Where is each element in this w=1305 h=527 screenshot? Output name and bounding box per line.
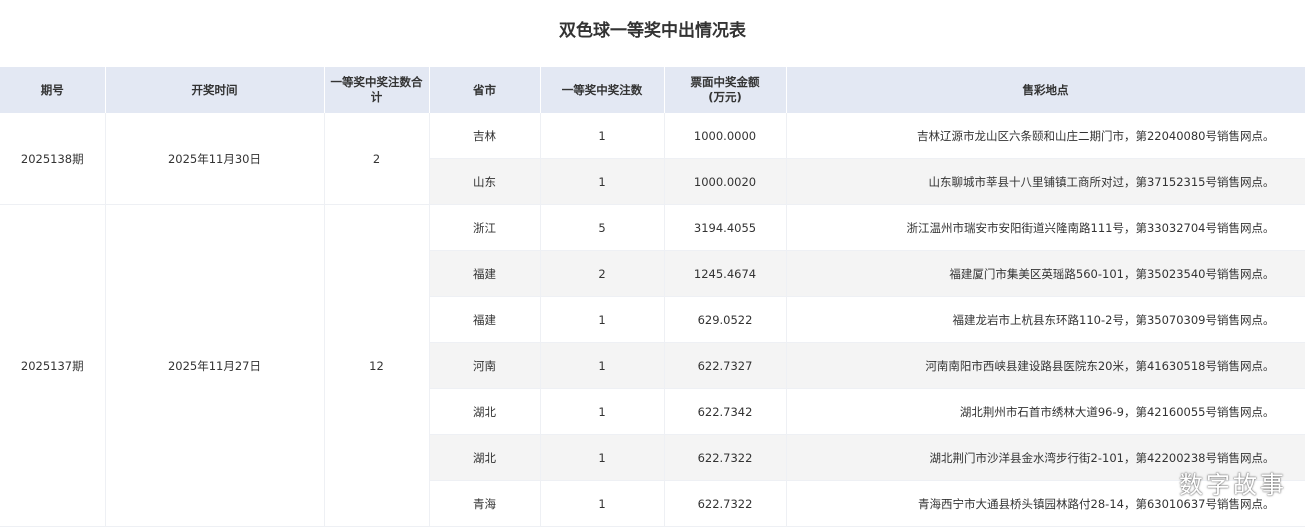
province-cell: 河南 [429,342,541,389]
table-header-row: 期号 开奖时间 一等奖中奖注数合计 省市 一等奖中奖注数 票面中奖金额 (万元)… [0,67,1305,113]
province-cell: 湖北 [429,388,541,435]
count-cell: 1 [540,296,665,343]
table-row: 2025138期 2025年11月30日 2 吉林 1 1000.0000 吉林… [0,113,1305,205]
province-cell: 吉林 [429,113,541,159]
amount-cell: 622.7327 [664,342,787,389]
count-cell: 1 [540,158,665,205]
total-cell: 2 [324,113,430,205]
amount-cell: 622.7322 [664,434,787,481]
header-amount: 票面中奖金额 (万元) [664,67,787,113]
province-cell: 湖北 [429,434,541,481]
province-cell: 福建 [429,250,541,297]
header-count: 一等奖中奖注数 [540,67,665,113]
watermark: 数字故事 [1179,471,1287,499]
count-cell: 2 [540,250,665,297]
location-cell: 福建龙岩市上杭县东环路110-2号，第35070309号销售网点。 [786,296,1305,343]
province-cell: 浙江 [429,204,541,251]
header-date: 开奖时间 [105,67,325,113]
amount-cell: 3194.4055 [664,204,787,251]
location-cell: 浙江温州市瑞安市安阳街道兴隆南路111号，第33032704号销售网点。 [786,204,1305,251]
total-cell: 12 [324,204,430,527]
province-cell: 福建 [429,296,541,343]
province-cell: 青海 [429,480,541,527]
province-cell: 山东 [429,158,541,205]
page-title: 双色球一等奖中出情况表 [559,21,746,41]
results-table: 期号 开奖时间 一等奖中奖注数合计 省市 一等奖中奖注数 票面中奖金额 (万元)… [0,67,1305,527]
count-cell: 1 [540,113,665,159]
location-cell: 吉林辽源市龙山区六条颐和山庄二期门市，第22040080号销售网点。 [786,113,1305,159]
issue-cell: 2025138期 [0,113,106,205]
location-cell: 河南南阳市西峡县建设路县医院东20米，第41630518号销售网点。 [786,342,1305,389]
amount-cell: 622.7342 [664,388,787,435]
date-cell: 2025年11月30日 [105,113,325,205]
count-cell: 5 [540,204,665,251]
count-cell: 1 [540,388,665,435]
location-cell: 山东聊城市莘县十八里铺镇工商所对过，第37152315号销售网点。 [786,158,1305,205]
location-cell: 湖北荆州市石首市绣林大道96-9，第42160055号销售网点。 [786,388,1305,435]
count-cell: 1 [540,434,665,481]
header-total: 一等奖中奖注数合计 [324,67,430,113]
location-cell: 福建厦门市集美区英瑶路560-101，第35023540号销售网点。 [786,250,1305,297]
amount-cell: 1245.4674 [664,250,787,297]
amount-cell: 622.7322 [664,480,787,527]
amount-cell: 1000.0020 [664,158,787,205]
table-row: 2025137期 2025年11月27日 12 浙江 5 3194.4055 浙… [0,204,1305,527]
header-issue: 期号 [0,67,106,113]
count-cell: 1 [540,342,665,389]
amount-cell: 629.0522 [664,296,787,343]
date-cell: 2025年11月27日 [105,204,325,527]
amount-cell: 1000.0000 [664,113,787,159]
header-province: 省市 [429,67,541,113]
count-cell: 1 [540,480,665,527]
issue-cell: 2025137期 [0,204,106,527]
header-location: 售彩地点 [786,67,1305,113]
